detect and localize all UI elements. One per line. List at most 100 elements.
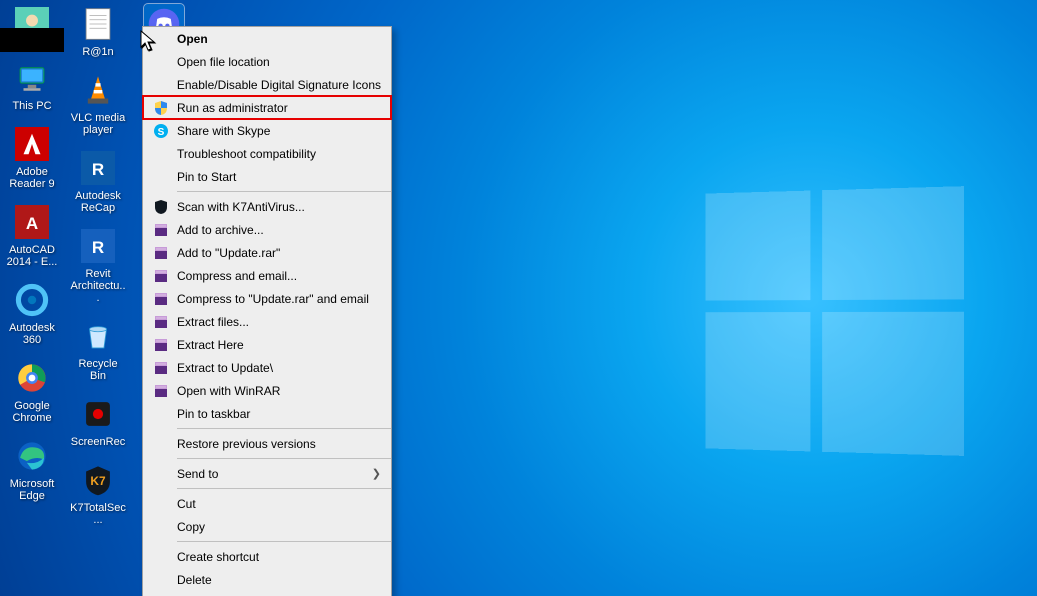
menu-item-label: Troubleshoot compatibility xyxy=(177,147,381,161)
blank-icon xyxy=(151,571,171,589)
desktop-icon-label: This PC xyxy=(12,100,51,112)
menu-item-restore-previous-versions[interactable]: Restore previous versions xyxy=(143,432,391,455)
desktop-icon-adobe[interactable]: Adobe Reader 9 xyxy=(4,124,60,190)
menu-item-cut[interactable]: Cut xyxy=(143,492,391,515)
menu-item-label: Restore previous versions xyxy=(177,437,381,451)
menu-item-label: Add to archive... xyxy=(177,223,381,237)
blank-icon xyxy=(151,145,171,163)
blank-icon xyxy=(151,405,171,423)
menu-item-share-with-skype[interactable]: S Share with Skype xyxy=(143,119,391,142)
rar-icon xyxy=(151,313,171,331)
menu-item-extract-files[interactable]: Extract files... xyxy=(143,310,391,333)
revit-icon: R xyxy=(78,226,118,266)
desktop-icon-bin[interactable]: Recycle Bin xyxy=(70,316,126,382)
menu-item-label: Pin to Start xyxy=(177,170,381,184)
menu-item-compress-and-email[interactable]: Compress and email... xyxy=(143,264,391,287)
recap-icon: R xyxy=(78,148,118,188)
thispc-icon xyxy=(12,58,52,98)
desktop-icon-label: Revit Architectu... xyxy=(70,268,126,304)
desktop-icon-label: Recycle Bin xyxy=(70,358,126,382)
menu-item-pin-to-taskbar[interactable]: Pin to taskbar xyxy=(143,402,391,425)
chevron-right-icon: ❯ xyxy=(369,467,381,480)
desktop[interactable]: This PC Adobe Reader 9 AAutoCAD 2014 - E..… xyxy=(0,0,1037,596)
desktop-icon-a360[interactable]: Autodesk 360 xyxy=(4,280,60,346)
menu-item-label: Create shortcut xyxy=(177,550,381,564)
desktop-icon-revit[interactable]: R Revit Architectu... xyxy=(70,226,126,304)
menu-item-extract-to-update[interactable]: Extract to Update\ xyxy=(143,356,391,379)
blank-icon xyxy=(151,168,171,186)
menu-item-run-as-administrator[interactable]: Run as administrator xyxy=(143,96,391,119)
menu-item-label: Open file location xyxy=(177,55,381,69)
menu-item-delete[interactable]: Delete xyxy=(143,568,391,591)
menu-item-label: Extract to Update\ xyxy=(177,361,381,375)
desktop-icon-screc[interactable]: ScreenRec xyxy=(70,394,126,448)
svg-text:K7: K7 xyxy=(90,474,106,488)
menu-item-pin-to-start[interactable]: Pin to Start xyxy=(143,165,391,188)
menu-item-label: Scan with K7AntiVirus... xyxy=(177,200,381,214)
menu-item-label: Delete xyxy=(177,573,381,587)
rar-icon xyxy=(151,290,171,308)
menu-item-rename[interactable]: Rename xyxy=(143,591,391,596)
desktop-icon-chrome[interactable]: Google Chrome xyxy=(4,358,60,424)
menu-item-create-shortcut[interactable]: Create shortcut xyxy=(143,545,391,568)
shield-icon xyxy=(151,99,171,117)
menu-item-scan-with-k7antivirus[interactable]: Scan with K7AntiVirus... xyxy=(143,195,391,218)
menu-item-compress-to-update-rar-and-email[interactable]: Compress to "Update.rar" and email xyxy=(143,287,391,310)
vlc-icon xyxy=(78,70,118,110)
menu-item-label: Cut xyxy=(177,497,381,511)
menu-item-send-to[interactable]: Send to❯ xyxy=(143,462,391,485)
rar-icon xyxy=(151,267,171,285)
menu-item-label: Run as administrator xyxy=(177,101,381,115)
menu-item-troubleshoot-compatibility[interactable]: Troubleshoot compatibility xyxy=(143,142,391,165)
desktop-icon-label: Autodesk 360 xyxy=(4,322,60,346)
menu-item-add-to-update-rar[interactable]: Add to "Update.rar" xyxy=(143,241,391,264)
svg-text:S: S xyxy=(158,127,165,138)
adobe-icon xyxy=(12,124,52,164)
desktop-icon-recap[interactable]: R Autodesk ReCap xyxy=(70,148,126,214)
menu-item-enable-disable-digital-signature-icons[interactable]: Enable/Disable Digital Signature Icons xyxy=(143,73,391,96)
desktop-icon-k7[interactable]: K7 K7TotalSec... xyxy=(70,460,126,526)
desktop-icon-edge[interactable]: Microsoft Edge xyxy=(4,436,60,502)
menu-item-copy[interactable]: Copy xyxy=(143,515,391,538)
desktop-icon-r01n[interactable]: R@1n xyxy=(70,4,126,58)
menu-item-extract-here[interactable]: Extract Here xyxy=(143,333,391,356)
svg-text:A: A xyxy=(26,214,38,233)
menu-item-open-with-winrar[interactable]: Open with WinRAR xyxy=(143,379,391,402)
desktop-icon-label: K7TotalSec... xyxy=(70,502,126,526)
context-menu[interactable]: Open Open file location Enable/Disable Dig… xyxy=(142,26,392,596)
menu-separator xyxy=(177,191,391,192)
blank-icon xyxy=(151,518,171,536)
r01n-icon xyxy=(78,4,118,44)
menu-item-label: Share with Skype xyxy=(177,124,381,138)
desktop-icon-label: R@1n xyxy=(82,46,113,58)
desktop-icon-label: Autodesk ReCap xyxy=(70,190,126,214)
menu-item-open-file-location[interactable]: Open file location xyxy=(143,50,391,73)
desktop-icon-thispc[interactable]: This PC xyxy=(4,58,60,112)
cursor-icon xyxy=(140,30,156,52)
rar-icon xyxy=(151,336,171,354)
black-overlay xyxy=(0,28,64,52)
menu-item-label: Open xyxy=(177,32,381,46)
svg-text:R: R xyxy=(92,238,104,257)
chrome-icon xyxy=(12,358,52,398)
k7-icon xyxy=(151,198,171,216)
desktop-icon-label: Google Chrome xyxy=(4,400,60,424)
desktop-icon-label: Adobe Reader 9 xyxy=(4,166,60,190)
menu-item-add-to-archive[interactable]: Add to archive... xyxy=(143,218,391,241)
menu-item-label: Compress to "Update.rar" and email xyxy=(177,292,381,306)
blank-icon xyxy=(151,76,171,94)
svg-text:R: R xyxy=(92,160,104,179)
edge-icon xyxy=(12,436,52,476)
menu-item-label: Extract files... xyxy=(177,315,381,329)
menu-item-label: Pin to taskbar xyxy=(177,407,381,421)
blank-icon xyxy=(151,53,171,71)
menu-item-open[interactable]: Open xyxy=(143,27,391,50)
blank-icon xyxy=(151,548,171,566)
desktop-icon-acad[interactable]: AAutoCAD 2014 - E... xyxy=(4,202,60,268)
blank-icon xyxy=(151,435,171,453)
desktop-icon-vlc[interactable]: VLC media player xyxy=(70,70,126,136)
menu-item-label: Send to xyxy=(177,467,369,481)
rar-icon xyxy=(151,359,171,377)
menu-separator xyxy=(177,488,391,489)
screc-icon xyxy=(78,394,118,434)
